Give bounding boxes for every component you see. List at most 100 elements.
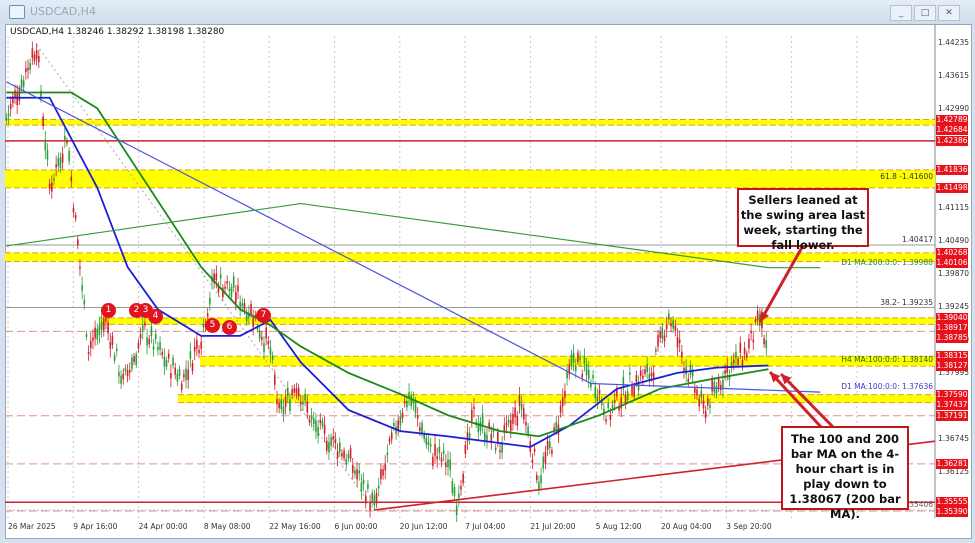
bull-candle <box>68 150 70 162</box>
price-tag: 1.35555 <box>936 497 968 508</box>
bear-candle <box>237 285 239 292</box>
bull-candle <box>585 364 588 376</box>
bear-candle <box>650 372 653 377</box>
bull-candle <box>232 276 235 288</box>
bull-candle <box>5 117 8 121</box>
bear-candle <box>295 388 298 394</box>
bear-candle <box>235 292 237 304</box>
bear-candle <box>35 50 38 59</box>
bull-candle <box>165 360 168 367</box>
bear-candle <box>198 349 200 354</box>
bear-candle <box>180 383 183 391</box>
price-tag: 1.39040 <box>936 312 968 323</box>
bear-candle <box>750 330 752 334</box>
bull-candle <box>362 479 365 484</box>
bear-candle <box>737 358 739 365</box>
price-tag: 1.42789 <box>936 114 968 125</box>
time-axis-label: 7 Jul 04:00 <box>465 522 506 531</box>
annotation-sellers: Sellers leaned at the swing area last we… <box>737 188 869 252</box>
bull-candle <box>406 400 408 408</box>
bull-candle <box>373 495 376 506</box>
bull-candle <box>241 303 244 307</box>
bear-candle <box>397 420 400 431</box>
time-axis-label: 20 Jun 12:00 <box>399 522 448 531</box>
bull-candle <box>447 459 449 468</box>
bear-candle <box>126 370 129 377</box>
zone-1.3832 <box>200 356 935 367</box>
bear-candle <box>514 407 516 418</box>
bear-candle <box>490 434 493 443</box>
bear-candle <box>763 338 765 345</box>
bear-candle <box>187 369 190 380</box>
bull-candle <box>280 399 283 410</box>
price-axis-label: 1.43615 <box>938 70 970 80</box>
price-tag: 1.35390 <box>936 507 968 518</box>
bull-candle <box>455 505 458 516</box>
bull-candle <box>124 368 127 372</box>
bear-candle <box>139 334 142 339</box>
bull-candle <box>57 158 60 167</box>
bear-candle <box>61 153 64 163</box>
bull-candle <box>146 337 148 346</box>
bull-candle <box>135 354 138 365</box>
bull-candle <box>271 355 274 360</box>
bear-candle <box>581 374 584 378</box>
bear-candle <box>670 323 672 327</box>
bear-candle <box>460 486 462 490</box>
time-axis-label: 8 May 08:00 <box>203 522 251 531</box>
time-axis-label: 6 Jun 00:00 <box>334 522 378 531</box>
bear-candle <box>167 353 170 359</box>
bear-candle <box>70 176 73 182</box>
bear-candle <box>674 325 677 331</box>
bull-candle <box>596 396 599 402</box>
bull-candle <box>22 80 25 87</box>
bear-candle <box>756 310 759 321</box>
bear-candle <box>27 67 29 71</box>
line-label-d1_ma100: D1 MA:100:0:0: 1.37636 <box>841 382 933 392</box>
bear-candle <box>384 463 387 471</box>
bear-candle <box>16 93 18 106</box>
bear-candle <box>678 339 681 344</box>
bear-candle <box>332 436 335 440</box>
ma-line-h4-ma-200 <box>6 91 769 438</box>
bull-candle <box>730 362 733 367</box>
bear-candle <box>102 318 105 331</box>
price-tag: 1.37191 <box>936 410 968 421</box>
bull-candle <box>715 386 718 395</box>
bull-candle <box>150 326 153 337</box>
bear-candle <box>137 342 140 349</box>
bear-candle <box>66 140 68 144</box>
bear-candle <box>533 448 536 452</box>
bear-candle <box>546 440 549 450</box>
bear-candle <box>745 353 748 358</box>
bull-candle <box>263 343 265 353</box>
bear-candle <box>293 388 296 393</box>
bear-candle <box>711 379 713 392</box>
bull-candle <box>219 274 222 279</box>
bull-candle <box>141 324 144 331</box>
bull-candle <box>100 321 103 330</box>
bull-candle <box>312 418 315 425</box>
bull-candle <box>328 442 330 453</box>
bear-candle <box>694 388 696 393</box>
bear-candle <box>14 90 16 98</box>
bull-candle <box>83 299 86 305</box>
bull-candle <box>154 334 157 340</box>
bull-candle <box>113 355 116 361</box>
bear-candle <box>525 421 527 426</box>
bear-candle <box>226 281 228 284</box>
bear-candle <box>644 369 646 374</box>
bull-candle <box>689 364 692 375</box>
bull-candle <box>202 324 205 328</box>
bear-candle <box>531 459 534 463</box>
bear-candle <box>48 183 51 190</box>
bear-candle <box>42 116 44 126</box>
bear-candle <box>419 427 421 431</box>
price-axis-label: 1.36745 <box>938 434 970 444</box>
bear-candle <box>265 327 267 339</box>
bull-candle <box>371 492 374 502</box>
bear-candle <box>51 182 53 192</box>
price-axis-label: 1.44235 <box>938 38 970 47</box>
bull-candle <box>572 353 575 363</box>
bear-candle <box>633 385 635 397</box>
